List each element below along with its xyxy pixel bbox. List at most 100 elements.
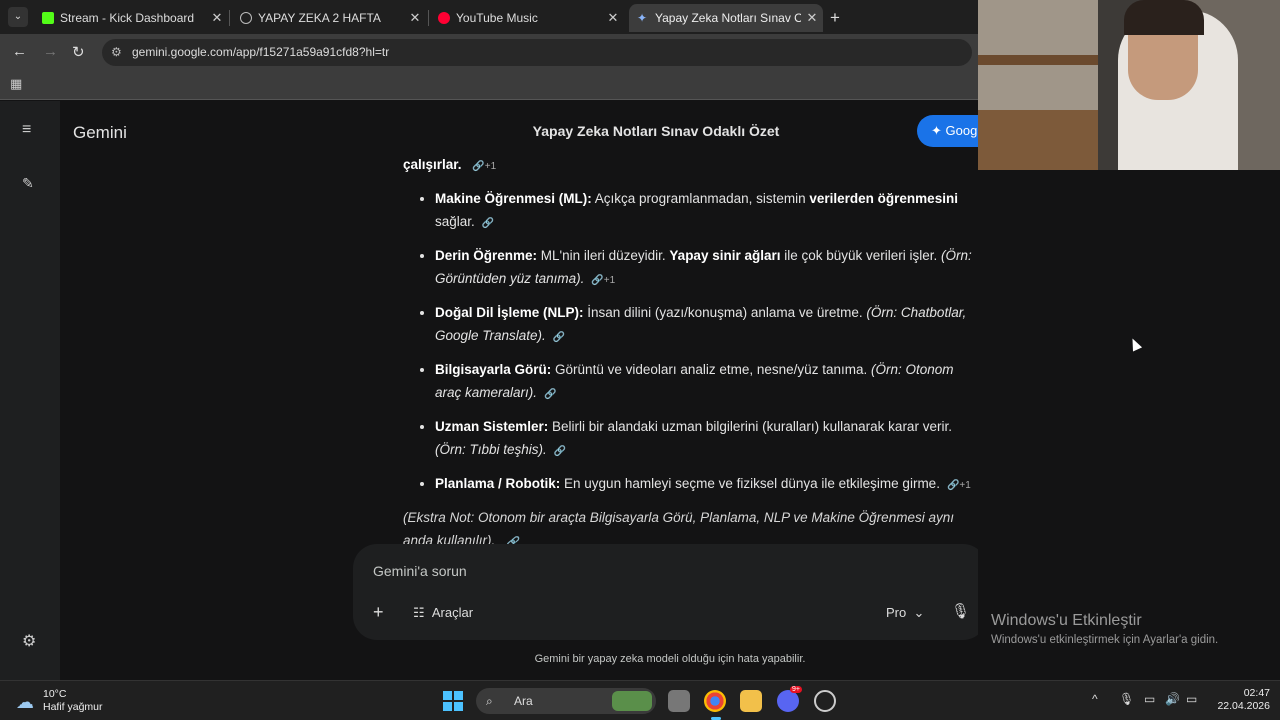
tab-gemini-active[interactable]: ✦ Yapay Zeka Notları Sınav Odaklı ✕ [629,4,823,32]
topic-item: Derin Öğrenme: ML'nin ileri düzeyidir. Y… [435,244,978,292]
source-link-icon[interactable]: 🔗+1 [472,161,496,172]
taskbar: ☁ 10°C Hafif yağmur ⌕ Ara 9+ ^ 🎙 ▭ 🔊 ▭ 0… [0,680,1280,720]
weather-temperature[interactable]: 10°C [43,688,66,700]
source-link-icon[interactable]: 🔗 [482,218,494,229]
network-icon[interactable]: ▭ [1144,692,1155,706]
settings-gear-icon[interactable]: ⚙ [22,631,36,651]
new-tab-button[interactable]: + [830,8,840,28]
tab-divider [229,10,230,26]
lead-text: çalışırlar. [403,157,462,172]
close-icon[interactable]: ✕ [602,10,624,26]
topic-item: Makine Öğrenmesi (ML): Açıkça programlan… [435,187,978,235]
windows-activation-title: Windows'u Etkinleştir [991,612,1142,629]
source-link-icon[interactable]: 🔗+1 [947,480,971,491]
topic-text: Açıkça programlanmadan, sistemin [591,191,810,206]
tools-icon: ☷ [413,605,425,620]
reload-icon[interactable]: ↻ [72,43,85,61]
menu-icon[interactable]: ≡ [22,121,31,139]
add-attachment-icon[interactable]: + [373,602,384,623]
clock[interactable]: 02:47 22.04.2026 [1214,687,1270,713]
close-icon[interactable]: ✕ [404,10,426,26]
microphone-icon[interactable]: 🎙 [951,602,970,620]
source-count: +1 [603,275,616,286]
kick-icon [42,12,54,24]
topic-item: Doğal Dil İşleme (NLP): İnsan dilini (ya… [435,301,978,349]
topic-text: ML'nin ileri düzeyidir. [537,248,670,263]
discord-icon[interactable]: 9+ [777,686,802,712]
url-text: gemini.google.com/app/f15271a59a91cfd8?h… [132,45,390,59]
response-lead: çalışırlar. 🔗+1 [403,153,978,178]
topic-bold: verilerden öğrenmesini [809,191,958,206]
model-selector[interactable]: Pro ⌄ [886,605,924,621]
camera-board [978,110,1098,170]
address-bar[interactable]: ⚙ gemini.google.com/app/f15271a59a91cfd8… [102,39,972,66]
back-arrow-icon[interactable]: ← [12,43,27,60]
weather-description[interactable]: Hafif yağmur [43,701,103,713]
desktop-background [978,170,1280,680]
browser-toolbar: ← → ↻ ⚙ gemini.google.com/app/f15271a59a… [0,34,980,70]
taskbar-search[interactable]: ⌕ Ara [476,688,656,714]
new-chat-icon[interactable]: ✎ [22,175,34,192]
tab-yapay-zeka-2-hafta[interactable]: YAPAY ZEKA 2 HAFTA ✕ [232,4,426,32]
source-link-icon[interactable]: 🔗 [553,332,565,343]
volume-icon[interactable]: 🔊 [1165,692,1180,706]
tab-search-button[interactable]: ⌄ [8,7,28,27]
tab-kick-dashboard[interactable]: Stream - Kick Dashboard ✕ [34,4,228,32]
topic-text: Belirli bir alandaki uzman bilgilerini (… [548,419,952,434]
battery-icon[interactable]: ▭ [1186,692,1197,706]
tab-title: YAPAY ZEKA 2 HAFTA [258,11,381,25]
apps-grid-icon[interactable]: ▦ [10,76,22,92]
tab-title: Stream - Kick Dashboard [60,11,195,25]
topic-text: En uygun hamleyi seçme ve fiziksel dünya… [560,476,940,491]
chevron-up-icon[interactable]: ^ [1092,692,1098,706]
site-info-icon[interactable]: ⚙ [111,39,122,66]
topic-text2: ile çok büyük verileri işler. [780,248,942,263]
chevron-down-icon: ⌄ [913,605,925,620]
disclaimer: Gemini bir yapay zeka modeli olduğu için… [534,653,806,665]
chrome-icon[interactable] [704,690,726,712]
forward-arrow-icon[interactable]: → [43,43,58,60]
microphone-tray-icon[interactable]: 🎙 [1119,692,1134,706]
topic-example: (Örn: Tıbbi teşhis). [435,442,547,457]
globe-icon [240,12,252,24]
clock-time: 02:47 [1243,687,1270,699]
search-highlight-image [612,691,652,711]
prompt-input-box[interactable]: Gemini'a sorun + ☷ Araçlar Pro ⌄ 🎙 [353,544,980,640]
file-explorer-icon[interactable] [740,690,762,712]
source-link-icon[interactable]: 🔗 [554,446,566,457]
source-link-icon[interactable]: 🔗+1 [591,275,615,286]
close-icon[interactable]: ✕ [206,10,228,26]
topic-term: Uzman Sistemler: [435,419,549,434]
google-sign-in-button[interactable]: ✦ Goog [917,115,980,147]
gemini-brand[interactable]: Gemini [73,123,127,143]
topic-item: Planlama / Robotik: En uygun hamleyi seç… [435,472,978,497]
topic-text: İnsan dilini (yazı/konuşma) anlama ve ür… [583,305,867,320]
camera-hair [1124,0,1204,35]
youtube-music-icon [438,12,450,24]
topic-term: Doğal Dil İşleme (NLP): [435,305,584,320]
topic-text2: sağlar. [435,214,475,229]
tools-button[interactable]: ☷ Araçlar [413,605,473,621]
search-icon: ⌕ [486,694,493,708]
source-link-icon[interactable]: 🔗 [544,389,556,400]
chat-title[interactable]: Yapay Zeka Notları Sınav Odaklı Özet [380,123,932,139]
topic-item: Uzman Sistemler: Belirli bir alandaki uz… [435,415,978,463]
windows-activation-subtitle: Windows'u etkinleştirmek için Ayarlar'a … [991,634,1219,646]
gemini-app: ≡ ✎ ⚙ Gemini Yapay Zeka Notları Sınav Od… [0,101,980,680]
topic-bold: Yapay sinir ağları [669,248,781,263]
tab-youtube-music[interactable]: YouTube Music ✕ [430,4,624,32]
tab-title: Yapay Zeka Notları Sınav Odaklı [655,11,801,25]
tab-divider [428,10,429,26]
prompt-placeholder[interactable]: Gemini'a sorun [373,563,467,579]
steelseries-icon[interactable] [814,690,836,712]
bookmarks-bar: ▦ [0,70,980,100]
search-label: Ara [514,694,533,708]
topic-term: Derin Öğrenme: [435,248,538,263]
weather-cloud-icon[interactable]: ☁ [16,692,34,713]
windows-start-icon[interactable] [443,691,463,711]
close-icon[interactable]: ✕ [801,10,823,26]
gemini-icon: ✦ [637,11,648,25]
topic-text: Görüntü ve videoları analiz etme, nesne/… [551,362,871,377]
task-view-icon[interactable] [668,690,690,712]
topic-item: Bilgisayarla Görü: Görüntü ve videoları … [435,358,978,406]
